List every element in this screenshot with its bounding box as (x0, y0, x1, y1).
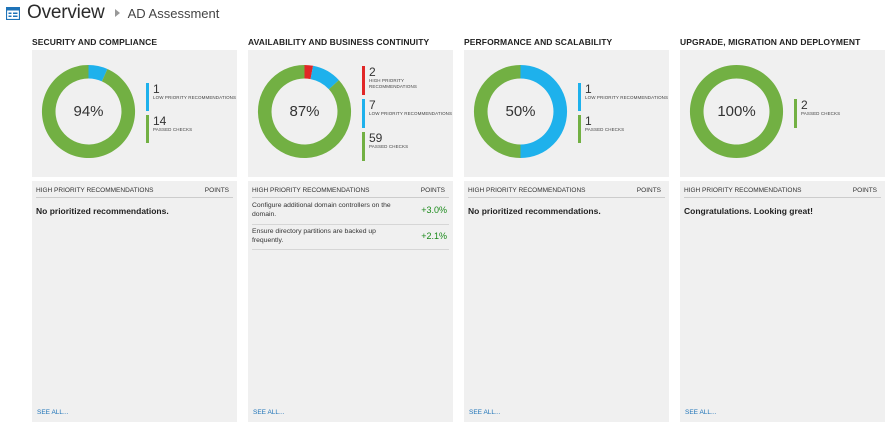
list-header-points: POINTS (420, 187, 445, 194)
see-all-link[interactable]: SEE ALL... (253, 409, 284, 416)
legend-count: 2 (801, 98, 808, 112)
donut-percent: 100% (717, 103, 756, 120)
see-all-link[interactable]: SEE ALL... (685, 409, 716, 416)
recommendations-tile: HIGH PRIORITY RECOMMENDATIONS POINTS Con… (680, 181, 885, 422)
legend-item-low-priority: 1 LOW PRIORITY RECOMMENDATIONS (146, 83, 236, 111)
summary-tile[interactable]: 50% 1 LOW PRIORITY RECOMMENDATIONS 1 PAS… (464, 50, 669, 177)
donut-percent: 50% (505, 103, 536, 120)
column-title: PERFORMANCE AND SCALABILITY (464, 37, 613, 47)
legend: 2 PASSED CHECKS (794, 99, 840, 132)
legend-item-high-priority: 2 HIGH PRIORITY RECOMMENDATIONS (362, 66, 453, 95)
legend-label: PASSED CHECKS (801, 111, 841, 116)
legend-bar (362, 132, 365, 161)
legend-count: 1 (585, 82, 592, 96)
breadcrumb-item[interactable]: AD Assessment (128, 6, 220, 21)
recommendation-points: +2.1% (421, 231, 447, 241)
legend-count: 7 (369, 98, 376, 112)
column-security: SECURITY AND COMPLIANCE 94% 1 LOW PRIORI… (32, 37, 237, 422)
column-upgrade: UPGRADE, MIGRATION AND DEPLOYMENT 100% 2… (680, 37, 885, 422)
legend-item-passed: 14 PASSED CHECKS (146, 115, 236, 143)
summary-tile[interactable]: 87% 2 HIGH PRIORITY RECOMMENDATIONS 7 LO… (248, 50, 453, 177)
legend-bar (578, 83, 581, 111)
recommendation-text: Configure additional domain controllers … (252, 202, 391, 218)
recommendation-row[interactable]: Configure additional domain controllers … (252, 201, 449, 225)
legend: 2 HIGH PRIORITY RECOMMENDATIONS 7 LOW PR… (362, 66, 453, 165)
list-header: HIGH PRIORITY RECOMMENDATIONS POINTS (252, 184, 449, 198)
legend: 1 LOW PRIORITY RECOMMENDATIONS 1 PASSED … (578, 83, 668, 147)
list-header-points: POINTS (636, 187, 661, 194)
legend-bar (578, 115, 581, 143)
list-header-title: HIGH PRIORITY RECOMMENDATIONS (36, 187, 154, 194)
recommendations-tile: HIGH PRIORITY RECOMMENDATIONS POINTS No … (464, 181, 669, 422)
legend-bar (362, 66, 365, 95)
column-performance: PERFORMANCE AND SCALABILITY 50% 1 LOW PR… (464, 37, 669, 422)
legend-bar (362, 99, 365, 128)
list-header: HIGH PRIORITY RECOMMENDATIONS POINTS (684, 184, 881, 198)
list-header: HIGH PRIORITY RECOMMENDATIONS POINTS (36, 184, 233, 198)
legend-item-passed: 1 PASSED CHECKS (578, 115, 668, 143)
list-header-points: POINTS (204, 187, 229, 194)
recommendation-text: Ensure directory partitions are backed u… (252, 228, 376, 244)
donut-percent: 94% (73, 103, 104, 120)
see-all-link[interactable]: SEE ALL... (37, 409, 68, 416)
list-header-title: HIGH PRIORITY RECOMMENDATIONS (468, 187, 586, 194)
legend-label: LOW PRIORITY RECOMMENDATIONS (585, 95, 669, 100)
page-header: Overview AD Assessment (5, 2, 220, 24)
recommendations-tile: HIGH PRIORITY RECOMMENDATIONS POINTS Con… (248, 181, 453, 422)
list-header-points: POINTS (852, 187, 877, 194)
summary-tile[interactable]: 94% 1 LOW PRIORITY RECOMMENDATIONS 14 PA… (32, 50, 237, 177)
legend-label: PASSED CHECKS (585, 127, 625, 132)
recommendation-row[interactable]: Ensure directory partitions are backed u… (252, 227, 449, 250)
legend-item-low-priority: 1 LOW PRIORITY RECOMMENDATIONS (578, 83, 668, 111)
legend-count: 14 (153, 114, 167, 128)
legend-count: 1 (585, 114, 592, 128)
legend-count: 2 (369, 65, 376, 79)
legend-count: 1 (153, 82, 160, 96)
empty-message: No prioritized recommendations. (36, 206, 169, 216)
legend: 1 LOW PRIORITY RECOMMENDATIONS 14 PASSED… (146, 83, 236, 147)
column-title: SECURITY AND COMPLIANCE (32, 37, 158, 47)
see-all-link[interactable]: SEE ALL... (469, 409, 500, 416)
legend-label: HIGH PRIORITY RECOMMENDATIONS (369, 78, 417, 89)
column-title: UPGRADE, MIGRATION AND DEPLOYMENT (680, 37, 861, 47)
list-header-title: HIGH PRIORITY RECOMMENDATIONS (684, 187, 802, 194)
legend-count: 59 (369, 131, 383, 145)
legend-bar (794, 99, 797, 128)
empty-message: Congratulations. Looking great! (684, 206, 813, 216)
legend-label: PASSED CHECKS (153, 127, 193, 132)
column-title: AVAILABILITY AND BUSINESS CONTINUITY (248, 37, 430, 47)
overview-icon (5, 6, 21, 20)
recommendation-points: +3.0% (421, 205, 447, 215)
legend-item-low-priority: 7 LOW PRIORITY RECOMMENDATIONS (362, 99, 453, 128)
donut-percent: 87% (289, 103, 320, 120)
breadcrumb-separator-icon (114, 9, 120, 17)
recommendations-tile: HIGH PRIORITY RECOMMENDATIONS POINTS No … (32, 181, 237, 422)
column-availability: AVAILABILITY AND BUSINESS CONTINUITY 87%… (248, 37, 453, 422)
legend-label: LOW PRIORITY RECOMMENDATIONS (369, 111, 453, 116)
legend-label: PASSED CHECKS (369, 144, 409, 149)
legend-item-passed: 2 PASSED CHECKS (794, 99, 840, 128)
legend-item-passed: 59 PASSED CHECKS (362, 132, 453, 161)
legend-bar (146, 115, 149, 143)
list-header-title: HIGH PRIORITY RECOMMENDATIONS (252, 187, 370, 194)
page-title: Overview (27, 2, 105, 23)
empty-message: No prioritized recommendations. (468, 206, 601, 216)
summary-tile[interactable]: 100% 2 PASSED CHECKS (680, 50, 885, 177)
list-header: HIGH PRIORITY RECOMMENDATIONS POINTS (468, 184, 665, 198)
legend-bar (146, 83, 149, 111)
legend-label: LOW PRIORITY RECOMMENDATIONS (153, 95, 237, 100)
